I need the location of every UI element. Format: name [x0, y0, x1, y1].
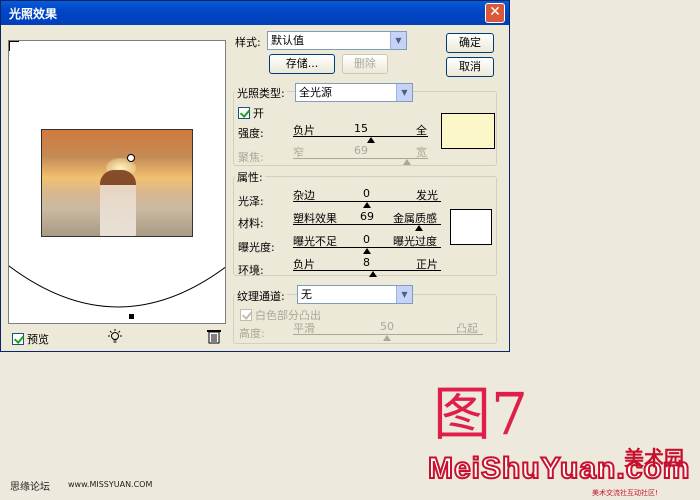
ambience-label: 环境:: [238, 264, 264, 277]
ambience-value: 8: [363, 256, 370, 269]
focus-label: 聚焦:: [238, 151, 264, 164]
exposure-slider-thumb[interactable]: [363, 248, 371, 254]
dialog-title: 光照效果: [9, 7, 58, 21]
style-select-value: 默认值: [271, 34, 304, 47]
focus-slider-thumb[interactable]: [403, 159, 411, 165]
forum-name: 思缘论坛: [10, 482, 50, 493]
properties-title: 属性:: [235, 169, 265, 185]
light-on-label: 开: [253, 107, 264, 120]
trash-icon[interactable]: [207, 329, 221, 344]
forum-url: www.MISSYUAN.COM: [68, 480, 153, 489]
white-high-checkbox-box[interactable]: [240, 309, 252, 321]
gloss-label: 光泽:: [238, 195, 264, 208]
texture-channel-value: 无: [301, 288, 312, 301]
light-type-value: 全光源: [299, 86, 332, 99]
ambient-color-swatch[interactable]: [450, 209, 492, 245]
ambience-slider-track[interactable]: [293, 270, 441, 271]
preview-checkbox-box[interactable]: [12, 333, 24, 345]
preview-image: [41, 129, 193, 237]
light-type-select[interactable]: 全光源 ▼: [295, 83, 413, 102]
ok-button[interactable]: 确定: [446, 33, 494, 53]
chevron-down-icon: ▼: [396, 84, 412, 101]
exposure-label: 曝光度:: [238, 241, 275, 254]
chevron-down-icon: ▼: [396, 286, 412, 303]
cancel-button[interactable]: 取消: [446, 57, 494, 77]
light-on-checkbox[interactable]: 开: [238, 105, 264, 121]
gloss-value: 0: [363, 187, 370, 200]
height-slider-thumb[interactable]: [383, 335, 391, 341]
style-select[interactable]: 默认值 ▼: [267, 31, 407, 50]
height-label: 高度:: [239, 327, 265, 340]
gloss-slider-thumb[interactable]: [363, 202, 371, 208]
lighting-effects-dialog: 光照效果 ✕ 预览 样式: 默认值 ▼ 存储... 删除 确定 取消 光照类型:: [0, 0, 510, 352]
texture-channel-label: 纹理通道:: [235, 288, 287, 304]
figure-label: 图7: [433, 380, 528, 448]
delete-style-button[interactable]: 删除: [342, 54, 388, 74]
brand-logo-cn: 美术园: [624, 446, 684, 470]
preview-label: 预览: [27, 333, 49, 346]
intensity-slider-thumb[interactable]: [367, 137, 375, 143]
texture-channel-select[interactable]: 无 ▼: [297, 285, 413, 304]
light-type-label: 光照类型:: [235, 85, 287, 101]
brand-slogan: 美术交流社互动社区!: [592, 489, 658, 497]
exposure-value: 0: [363, 233, 370, 246]
model-figure: [100, 170, 136, 236]
intensity-value: 15: [354, 122, 368, 135]
intensity-slider-track[interactable]: [293, 136, 428, 137]
focus-value: 69: [354, 144, 368, 157]
save-style-button[interactable]: 存储...: [269, 54, 335, 74]
preview-pane[interactable]: [8, 40, 226, 324]
light-color-swatch[interactable]: [441, 113, 495, 149]
close-button[interactable]: ✕: [485, 3, 505, 23]
preview-checkbox[interactable]: 预览: [12, 331, 49, 347]
light-on-checkbox-box[interactable]: [238, 107, 250, 119]
height-value: 50: [380, 320, 394, 333]
style-label: 样式:: [235, 36, 261, 49]
material-slider-thumb[interactable]: [415, 225, 423, 231]
title-bar: 光照效果 ✕: [1, 1, 509, 25]
light-center-handle[interactable]: [127, 154, 135, 162]
material-value: 69: [360, 210, 374, 223]
light-bulb-icon[interactable]: [108, 329, 122, 349]
material-label: 材料:: [238, 217, 264, 230]
ambience-slider-thumb[interactable]: [369, 271, 377, 277]
intensity-label: 强度:: [238, 127, 264, 140]
chevron-down-icon: ▼: [390, 32, 406, 49]
